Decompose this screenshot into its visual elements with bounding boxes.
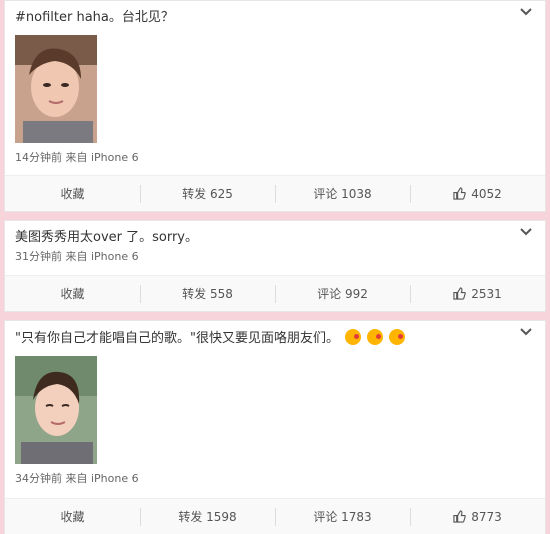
comment-label: 评论 992 <box>317 287 368 301</box>
comment-button[interactable]: 评论 1038 <box>275 176 410 211</box>
like-button[interactable]: 8773 <box>410 499 545 534</box>
post-text: 美图秀秀用太over 了。sorry。 <box>15 230 199 245</box>
repost-label: 转发 1598 <box>178 510 237 524</box>
favorite-button[interactable]: 收藏 <box>5 276 140 311</box>
action-bar: 收藏 转发 1598 评论 1783 8773 <box>5 498 545 534</box>
favorite-button[interactable]: 收藏 <box>5 499 140 534</box>
favorite-label: 收藏 <box>60 287 85 301</box>
comment-button[interactable]: 评论 1783 <box>275 499 410 534</box>
repost-button[interactable]: 转发 558 <box>140 276 275 311</box>
chevron-down-icon[interactable] <box>519 7 533 17</box>
comment-button[interactable]: 评论 992 <box>275 276 410 311</box>
post-text: "只有你自己才能唱自己的歌。"很快又要见面咯朋友们。 <box>15 331 339 346</box>
post-meta: 34分钟前 来自 iPhone 6 <box>15 472 139 485</box>
post-text-row: "只有你自己才能唱自己的歌。"很快又要见面咯朋友们。 <box>15 329 535 348</box>
kiss-emoji-icon <box>345 329 362 345</box>
comment-label: 评论 1783 <box>313 510 372 524</box>
favorite-label: 收藏 <box>60 510 85 524</box>
repost-label: 转发 558 <box>182 287 233 301</box>
comment-label: 评论 1038 <box>313 187 372 201</box>
thumbs-up-icon <box>453 510 466 523</box>
post-meta: 14分钟前 来自 iPhone 6 <box>15 151 139 164</box>
action-bar: 收藏 转发 625 评论 1038 4052 <box>5 175 545 211</box>
like-button[interactable]: 4052 <box>410 176 545 211</box>
post-meta: 31分钟前 来自 iPhone 6 <box>15 250 139 263</box>
post-photo[interactable] <box>15 35 97 143</box>
weibo-feed: #nofilter haha。台北见？ 14分钟前 来自 iPhone 6 收藏… <box>0 0 550 534</box>
chevron-down-icon[interactable] <box>519 227 533 237</box>
like-count: 8773 <box>471 509 502 524</box>
post-card: "只有你自己才能唱自己的歌。"很快又要见面咯朋友们。 34分钟前 来自 iPho… <box>4 320 546 534</box>
chevron-down-icon[interactable] <box>519 327 533 337</box>
post-body: #nofilter haha。台北见？ 14分钟前 来自 iPhone 6 <box>5 1 545 165</box>
thumbs-up-icon <box>453 187 466 200</box>
post-card: 美图秀秀用太over 了。sorry。 31分钟前 来自 iPhone 6 收藏… <box>4 220 546 312</box>
favorite-label: 收藏 <box>60 187 85 201</box>
post-text: #nofilter haha。台北见？ <box>15 10 174 25</box>
thumbs-up-icon <box>453 287 466 300</box>
post-body: "只有你自己才能唱自己的歌。"很快又要见面咯朋友们。 34分钟前 来自 iPho… <box>5 321 545 486</box>
kiss-emoji-icon <box>389 329 406 345</box>
action-bar: 收藏 转发 558 评论 992 2531 <box>5 275 545 311</box>
post-card: #nofilter haha。台北见？ 14分钟前 来自 iPhone 6 收藏… <box>4 0 546 212</box>
favorite-button[interactable]: 收藏 <box>5 176 140 211</box>
kiss-emoji-icon <box>367 329 384 345</box>
post-photo[interactable] <box>15 356 97 464</box>
repost-label: 转发 625 <box>182 187 233 201</box>
repost-button[interactable]: 转发 625 <box>140 176 275 211</box>
post-body: 美图秀秀用太over 了。sorry。 31分钟前 来自 iPhone 6 <box>5 221 545 264</box>
like-count: 4052 <box>471 186 502 201</box>
like-button[interactable]: 2531 <box>410 276 545 311</box>
repost-button[interactable]: 转发 1598 <box>140 499 275 534</box>
like-count: 2531 <box>471 286 502 301</box>
